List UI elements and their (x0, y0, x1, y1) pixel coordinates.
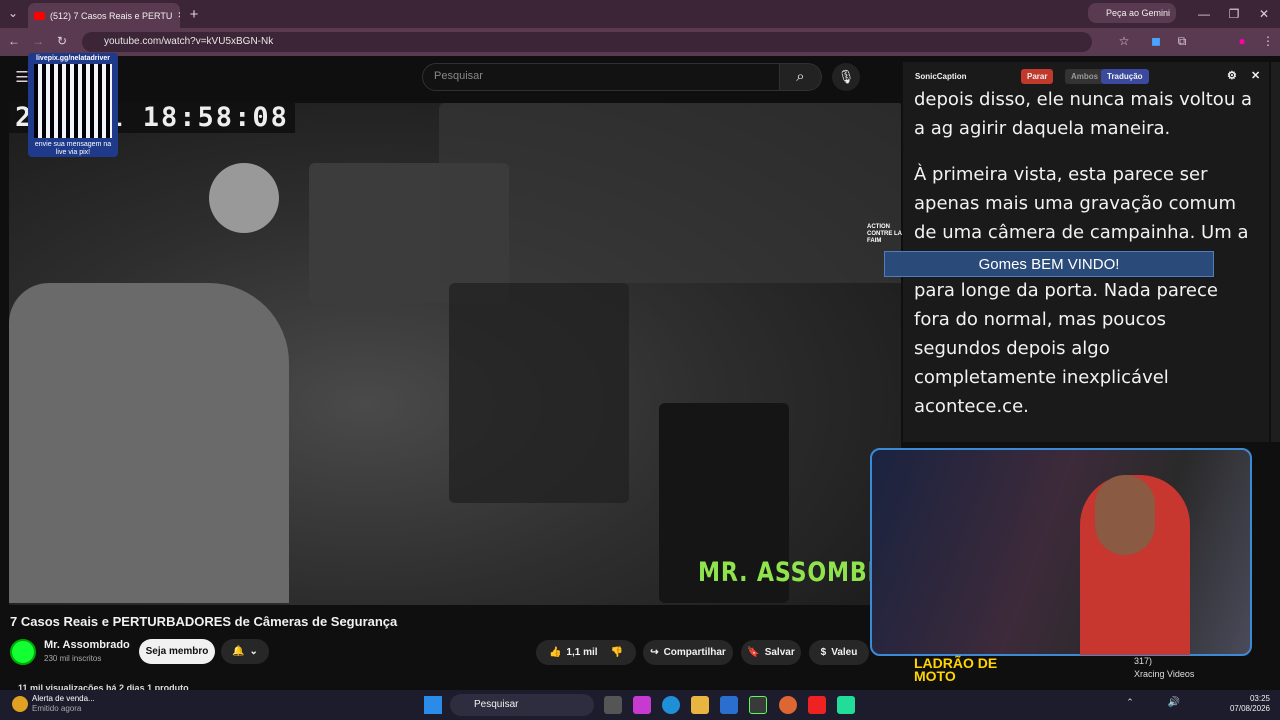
lamp-shape (209, 163, 279, 233)
recommended-channel[interactable]: Xracing Videos (1134, 669, 1194, 679)
qr-code-icon (34, 64, 112, 138)
qr-bottom-text: envie sua mensagem na live via pix! (34, 141, 112, 156)
recommended-title-fragment[interactable]: 317) (1134, 656, 1152, 666)
qr-top-text: livepix.gg/nelatadriver (36, 55, 110, 62)
gemini-label: Peça ao Gemini (1106, 8, 1171, 18)
alert-subtitle: Emitido agora (32, 704, 82, 713)
close-caption-icon[interactable]: ✕ (1245, 66, 1266, 82)
back-icon[interactable]: ← (4, 34, 24, 48)
tray-chevron-icon[interactable]: ⌃ (1120, 697, 1140, 708)
minimize-icon[interactable]: — (1194, 7, 1214, 21)
thumbs-down-icon[interactable]: 👎 (611, 647, 623, 658)
join-member-button[interactable]: Seja membro (139, 639, 215, 664)
clock-time: 03:25 (1249, 694, 1270, 703)
alert-title: Alerta de venda... (32, 694, 95, 703)
thanks-label: Valeu (831, 647, 858, 658)
search-icon: ⌕ (796, 68, 805, 85)
share-button[interactable]: ↪ Compartilhar (643, 640, 733, 665)
new-tab-button[interactable]: + (184, 6, 204, 23)
volume-icon[interactable]: 🔊 (1164, 697, 1184, 708)
channel-avatar[interactable] (10, 639, 36, 665)
translation-button[interactable]: Tradução (1101, 69, 1149, 84)
thanks-button[interactable]: $ Valeu (809, 640, 869, 665)
save-label: Salvar (764, 647, 795, 658)
url-field[interactable]: youtube.com/watch?v=kVU5xBGN-Nk (82, 32, 1092, 52)
stop-button[interactable]: Parar (1021, 69, 1054, 84)
video-title: 7 Casos Reais e PERTURBADORES de Câmeras… (10, 614, 398, 629)
caption-line-1: depois disso, ele nunca mais voltou a a … (914, 89, 1252, 139)
voice-search-button[interactable]: 🎙 (832, 63, 860, 91)
stream-app-icon[interactable] (837, 696, 855, 714)
bookmark-icon: 🔖 (747, 647, 760, 658)
mic-icon: 🎙 (837, 69, 855, 84)
subscriber-count: 230 mil inscritos (44, 654, 102, 663)
page-scrollbar[interactable] (1271, 62, 1280, 442)
settings-gear-icon[interactable]: ⚙ (1221, 66, 1243, 82)
close-tab-icon[interactable]: ✕ (177, 10, 180, 21)
tab-list-icon[interactable]: ⌄ (3, 6, 23, 20)
like-dislike-group[interactable]: 👍 1,1 mil 👎 (536, 640, 636, 665)
clock-date: 07/08/2026 (1229, 704, 1270, 713)
close-window-icon[interactable]: ✕ (1254, 7, 1274, 21)
both-button[interactable]: Ambos (1065, 69, 1105, 84)
wall-shape (439, 103, 901, 283)
app-icon[interactable] (749, 696, 767, 714)
windows-start-icon[interactable] (424, 696, 442, 714)
action-contre-la-faim-logo: ACTION CONTRE LA FAIM (867, 224, 902, 244)
extension-s-icon[interactable]: ◼ (1146, 34, 1166, 48)
notification-bell-button[interactable]: 🔔 ⌄ (221, 639, 269, 664)
recommended-thumbnail-text[interactable]: LADRÃO DE MOTO (914, 656, 998, 683)
tab-title: (512) 7 Casos Reais e PERTU (50, 10, 173, 21)
youtube-icon (34, 11, 45, 20)
like-count: 1,1 mil (566, 647, 598, 658)
gemini-button[interactable]: Peça ao Gemini (1088, 3, 1176, 23)
save-button[interactable]: 🔖 Salvar (741, 640, 801, 665)
menu-kebab-icon[interactable]: ⋮ (1258, 34, 1278, 48)
profile-avatar[interactable]: ● (1232, 34, 1252, 48)
share-label: Compartilhar (663, 647, 726, 658)
streamer-webcam (870, 448, 1252, 656)
bookmark-star-icon[interactable]: ☆ (1114, 34, 1134, 48)
extensions-icon[interactable]: ⧉ (1172, 34, 1192, 49)
forward-icon[interactable]: → (28, 34, 48, 48)
chevron-down-icon: ⌄ (249, 646, 258, 657)
copilot-icon[interactable] (633, 696, 651, 714)
alert-icon[interactable] (12, 696, 28, 712)
recorder-icon[interactable] (808, 696, 826, 714)
chrome-icon[interactable] (779, 696, 797, 714)
channel-name[interactable]: Mr. Assombrado (44, 639, 130, 651)
search-input[interactable]: Pesquisar (422, 63, 780, 91)
parked-car-shape (9, 283, 289, 603)
taskbar-search[interactable]: Pesquisar (450, 694, 594, 716)
caption-line-2: À primeira vista, esta parece ser apenas… (914, 164, 1249, 417)
maximize-icon[interactable]: ❐ (1224, 7, 1244, 21)
sale-alert[interactable]: Alerta de venda... Emitido agora (32, 694, 95, 714)
thanks-icon: $ (820, 647, 827, 658)
bell-icon: 🔔 (232, 646, 245, 657)
bike-rack-shape (449, 283, 629, 503)
store-icon[interactable] (720, 696, 738, 714)
task-view-icon[interactable] (604, 696, 622, 714)
file-explorer-icon[interactable] (691, 696, 709, 714)
browser-tab[interactable]: (512) 7 Casos Reais e PERTU ✕ (28, 3, 180, 28)
edge-icon[interactable] (662, 696, 680, 714)
video-player[interactable] (9, 103, 901, 605)
search-button[interactable]: ⌕ (780, 63, 822, 91)
reload-icon[interactable]: ↻ (52, 34, 72, 48)
thumbs-up-icon[interactable]: 👍 (549, 647, 561, 658)
streamer-head (1095, 475, 1155, 555)
livepix-qr-overlay: livepix.gg/nelatadriver envie sua mensag… (28, 53, 118, 157)
welcome-banner: Gomes BEM VINDO! (884, 251, 1214, 277)
clock[interactable]: 03:25 07/08/2026 (1222, 694, 1270, 714)
sonic-caption-name: SonicCaption (915, 72, 967, 81)
share-icon: ↪ (650, 647, 659, 658)
